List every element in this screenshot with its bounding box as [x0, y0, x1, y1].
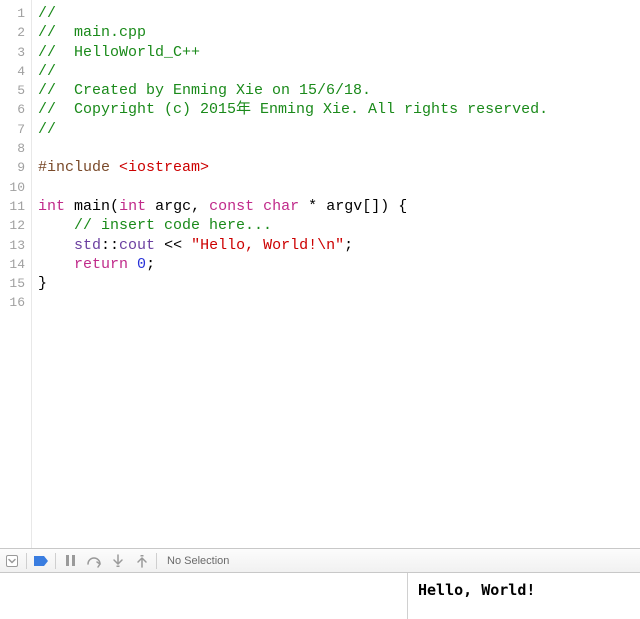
toolbar-separator: [156, 553, 157, 569]
code-line[interactable]: // Copyright (c) 2015年 Enming Xie. All r…: [38, 100, 640, 119]
line-number: 12: [0, 216, 31, 235]
line-number: 4: [0, 62, 31, 81]
line-number: 8: [0, 139, 31, 158]
console-output-text: Hello, World!: [418, 581, 535, 599]
code-line[interactable]: #include <iostream>: [38, 158, 640, 177]
line-number-gutter: 12345678910111213141516: [0, 0, 32, 548]
code-line[interactable]: // Created by Enming Xie on 15/6/18.: [38, 81, 640, 100]
line-number: 2: [0, 23, 31, 42]
variables-pane[interactable]: [0, 573, 408, 619]
line-number: 3: [0, 43, 31, 62]
code-line[interactable]: }: [38, 274, 640, 293]
code-area[interactable]: //// main.cpp// HelloWorld_C++//// Creat…: [32, 0, 640, 548]
breakpoint-indicator-button[interactable]: [29, 548, 53, 573]
line-number: 5: [0, 81, 31, 100]
breakpoint-tag-icon: [33, 555, 49, 567]
line-number: 14: [0, 255, 31, 274]
code-line[interactable]: // main.cpp: [38, 23, 640, 42]
code-line[interactable]: [38, 139, 640, 158]
line-number: 11: [0, 197, 31, 216]
code-line[interactable]: //: [38, 120, 640, 139]
line-number: 6: [0, 100, 31, 119]
line-number: 9: [0, 158, 31, 177]
pause-icon: [65, 555, 75, 566]
line-number: 13: [0, 236, 31, 255]
code-line[interactable]: // insert code here...: [38, 216, 640, 235]
code-line[interactable]: // HelloWorld_C++: [38, 43, 640, 62]
line-number: 7: [0, 120, 31, 139]
line-number: 15: [0, 274, 31, 293]
toolbar-separator: [55, 553, 56, 569]
step-out-button[interactable]: [130, 548, 154, 573]
code-line[interactable]: int main(int argc, const char * argv[]) …: [38, 197, 640, 216]
step-over-button[interactable]: [82, 548, 106, 573]
line-number: 16: [0, 293, 31, 312]
code-line[interactable]: //: [38, 62, 640, 81]
console-pane[interactable]: Hello, World!: [408, 573, 640, 619]
step-out-icon: [136, 554, 148, 568]
step-into-icon: [112, 554, 124, 568]
line-number: 10: [0, 178, 31, 197]
toolbar-separator: [26, 553, 27, 569]
line-number: 1: [0, 4, 31, 23]
selection-status-label: No Selection: [167, 555, 229, 567]
debug-toolbar: No Selection: [0, 548, 640, 573]
code-editor[interactable]: 12345678910111213141516 //// main.cpp// …: [0, 0, 640, 548]
step-over-icon: [86, 554, 102, 568]
code-line[interactable]: [38, 178, 640, 197]
pause-button[interactable]: [58, 548, 82, 573]
code-line[interactable]: //: [38, 4, 640, 23]
chevron-box-icon: [6, 555, 18, 567]
code-line[interactable]: [38, 293, 640, 312]
step-into-button[interactable]: [106, 548, 130, 573]
code-line[interactable]: std::cout << "Hello, World!\n";: [38, 236, 640, 255]
output-pane: Hello, World!: [0, 573, 640, 619]
show-related-items-button[interactable]: [0, 548, 24, 573]
code-line[interactable]: return 0;: [38, 255, 640, 274]
